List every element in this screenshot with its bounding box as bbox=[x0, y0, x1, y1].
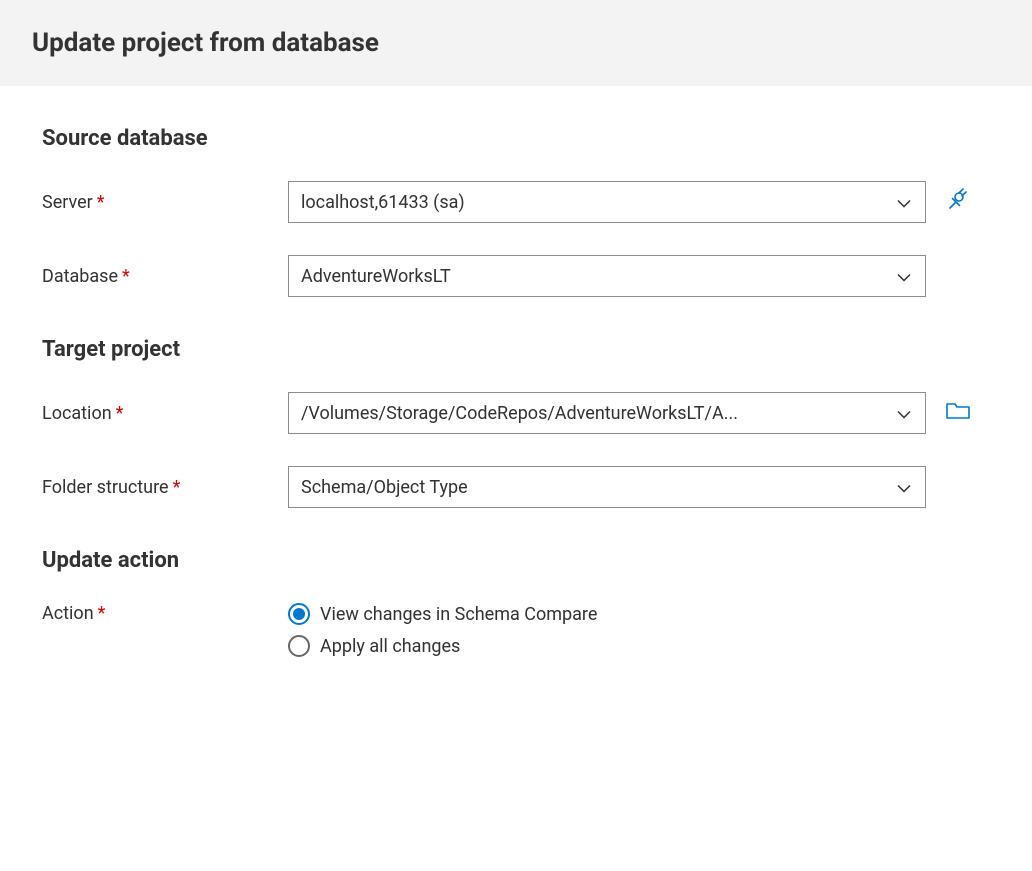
server-select[interactable]: localhost,61433 (sa) bbox=[288, 181, 926, 223]
source-database-title: Source database bbox=[42, 126, 990, 151]
required-asterisk: * bbox=[98, 603, 106, 624]
dialog-header: Update project from database bbox=[0, 0, 1032, 86]
server-value: localhost,61433 (sa) bbox=[301, 192, 465, 213]
browse-folder-button[interactable] bbox=[944, 399, 972, 427]
chevron-down-icon bbox=[897, 192, 911, 213]
target-project-title: Target project bbox=[42, 337, 990, 362]
server-row: Server* localhost,61433 (sa) bbox=[42, 181, 990, 223]
database-row: Database* AdventureWorksLT bbox=[42, 255, 990, 297]
server-label: Server* bbox=[42, 192, 288, 213]
action-label: Action* bbox=[42, 603, 288, 624]
update-action-section: Update action Action* View changes in Sc… bbox=[42, 548, 990, 657]
radio-icon bbox=[288, 603, 310, 625]
target-project-section: Target project Location* /Volumes/Storag… bbox=[42, 337, 990, 508]
radio-apply-all[interactable]: Apply all changes bbox=[288, 635, 597, 657]
location-select[interactable]: /Volumes/Storage/CodeRepos/AdventureWork… bbox=[288, 392, 926, 434]
source-database-section: Source database Server* localhost,61433 … bbox=[42, 126, 990, 297]
required-asterisk: * bbox=[122, 266, 130, 287]
location-label: Location* bbox=[42, 403, 288, 424]
connection-button[interactable] bbox=[944, 188, 972, 216]
folder-structure-row: Folder structure* Schema/Object Type bbox=[42, 466, 990, 508]
action-row: Action* View changes in Schema Compare A… bbox=[42, 603, 990, 657]
database-select[interactable]: AdventureWorksLT bbox=[288, 255, 926, 297]
chevron-down-icon bbox=[897, 266, 911, 287]
dialog-title: Update project from database bbox=[32, 28, 1000, 58]
radio-view-changes[interactable]: View changes in Schema Compare bbox=[288, 603, 597, 625]
radio-icon bbox=[288, 635, 310, 657]
location-row: Location* /Volumes/Storage/CodeRepos/Adv… bbox=[42, 392, 990, 434]
chevron-down-icon bbox=[897, 403, 911, 424]
folder-structure-value: Schema/Object Type bbox=[301, 477, 468, 498]
chevron-down-icon bbox=[897, 477, 911, 498]
update-action-title: Update action bbox=[42, 548, 990, 573]
folder-structure-select[interactable]: Schema/Object Type bbox=[288, 466, 926, 508]
folder-structure-label: Folder structure* bbox=[42, 477, 288, 498]
required-asterisk: * bbox=[116, 403, 124, 424]
required-asterisk: * bbox=[97, 192, 105, 213]
action-radio-group: View changes in Schema Compare Apply all… bbox=[288, 603, 597, 657]
radio-view-changes-label: View changes in Schema Compare bbox=[320, 604, 597, 625]
folder-icon bbox=[945, 400, 971, 426]
radio-apply-all-label: Apply all changes bbox=[320, 636, 460, 657]
dialog-content: Source database Server* localhost,61433 … bbox=[0, 86, 1032, 737]
location-value: /Volumes/Storage/CodeRepos/AdventureWork… bbox=[301, 403, 738, 424]
database-label: Database* bbox=[42, 266, 288, 287]
plug-icon bbox=[945, 187, 971, 217]
database-value: AdventureWorksLT bbox=[301, 266, 451, 287]
required-asterisk: * bbox=[173, 477, 181, 498]
